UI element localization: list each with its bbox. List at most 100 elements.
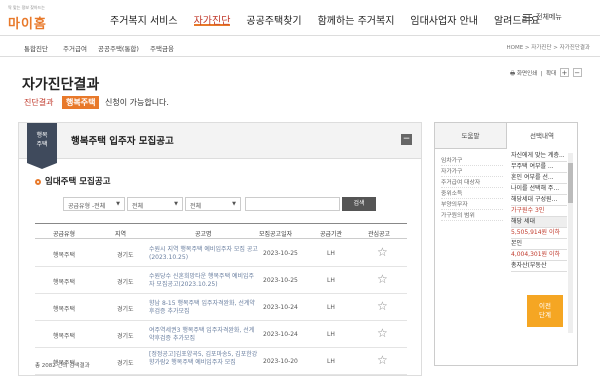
tab-selection[interactable]: 선택내역 bbox=[507, 123, 577, 149]
cell-region: 경기도 bbox=[117, 333, 134, 340]
section-title-text: 임대주택 모집공고 bbox=[45, 177, 111, 187]
col-title: 공고명 bbox=[195, 231, 212, 238]
tab-help[interactable]: 도움말 bbox=[435, 123, 507, 149]
selection-item: 혼인 여부를 선... bbox=[511, 173, 567, 184]
chevron-down-icon: ▼ bbox=[174, 201, 178, 207]
diagnosis-label: 진단결과 bbox=[24, 98, 54, 107]
cell-title-link[interactable]: 수원시 지역 행복주택 예비입주자 모집 공고(2023.10.25) bbox=[149, 246, 259, 262]
cell-title-link[interactable]: [정정공고]김포양곡5, 김포마송5, 김포한강향가람2 행복주택 예비입주자 … bbox=[149, 351, 259, 367]
scrollbar-thumb[interactable] bbox=[568, 163, 573, 203]
district-select[interactable]: 전체 ▼ bbox=[185, 197, 241, 211]
sub-navigation: 통합진단 주거급여 공공주택(통합) 주택금융 HOME > 자가진단 > 자가… bbox=[0, 37, 600, 57]
section-title: 임대주택 모집공고 bbox=[35, 175, 111, 187]
site-header: 딱 맞는 정보 찾아드는 마이홈 주거복지 서비스 자가진단 공공주택찾기 함께… bbox=[0, 0, 600, 36]
subnav-integrated-diagnosis[interactable]: 통합진단 bbox=[24, 43, 48, 53]
all-menu-label: 전체메뉴 bbox=[536, 13, 562, 21]
cell-region: 경기도 bbox=[117, 279, 134, 286]
star-icon[interactable]: ☆ bbox=[377, 299, 388, 313]
main-navigation: 주거복지 서비스 자가진단 공공주택찾기 함께하는 주거복지 임대사업자 안내 … bbox=[110, 12, 556, 27]
cell-date: 2023-10-24 bbox=[263, 331, 298, 338]
col-supply-type: 공급유형 bbox=[53, 231, 76, 238]
district-value: 전체 bbox=[190, 203, 202, 210]
previous-step-line-1: 이전 bbox=[539, 302, 551, 310]
col-org: 공급기관 bbox=[320, 231, 343, 238]
zoom-label: 확대 bbox=[546, 71, 557, 77]
selection-item: 해당 세대 bbox=[511, 217, 567, 228]
region-value: 전체 bbox=[132, 203, 144, 210]
nav-self-diagnosis[interactable]: 자가진단 bbox=[193, 12, 231, 27]
star-icon[interactable]: ☆ bbox=[377, 245, 388, 259]
nav-public-housing-search[interactable]: 공공주택찾기 bbox=[246, 12, 301, 27]
table-row: 행복주택 경기도 [정정공고]김포양곡5, 김포마송5, 김포한강향가람2 행복… bbox=[35, 348, 407, 375]
panel-title: 행복주택 입주자 모집공고 bbox=[71, 136, 174, 147]
bullet-icon bbox=[35, 178, 41, 185]
star-icon[interactable]: ☆ bbox=[377, 353, 388, 367]
previous-step-line-2: 단계 bbox=[539, 311, 551, 319]
cell-type: 행복주택 bbox=[53, 333, 76, 340]
cell-region: 경기도 bbox=[117, 360, 134, 367]
table-row: 행복주택 경기도 수원시 지역 행복주택 예비입주자 모집 공고(2023.10… bbox=[35, 240, 407, 267]
subnav-housing-benefit[interactable]: 주거급여 bbox=[63, 43, 87, 53]
cell-org: LH bbox=[327, 331, 335, 338]
logo-tagline: 딱 맞는 정보 찾아드는 bbox=[8, 5, 45, 10]
zoom-out-button[interactable]: − bbox=[572, 68, 582, 77]
nav-rental-business-guide[interactable]: 임대사업자 안내 bbox=[410, 12, 478, 27]
side-panel: 도움말 선택내역 임차가구 자가가구 주거급여 대상자 중위소득 부양의무자 가… bbox=[434, 122, 578, 366]
selection-item: 무주택 여부를 ... bbox=[511, 162, 567, 173]
print-button[interactable]: 화면인쇄 bbox=[517, 71, 537, 77]
badge-line-2: 주택 bbox=[36, 141, 48, 148]
logo-name: 마이홈 bbox=[8, 17, 47, 32]
cell-date: 2023-10-20 bbox=[263, 358, 298, 365]
help-item[interactable]: 부양의무자 bbox=[441, 199, 503, 210]
nav-together-welfare[interactable]: 함께하는 주거복지 bbox=[318, 12, 395, 27]
help-item[interactable]: 가구원의 범위 bbox=[441, 210, 503, 221]
nav-housing-welfare-service[interactable]: 주거복지 서비스 bbox=[110, 12, 178, 27]
selection-item: 4,004,301원 이하 bbox=[511, 250, 567, 261]
table-row: 행복주택 경기도 향남 8-15 행복주택 입주자격완화, 선계약후검증 추가모… bbox=[35, 294, 407, 321]
panel-header: 행복 주택 행복주택 입주자 모집공고 − bbox=[19, 123, 421, 169]
star-icon[interactable]: ☆ bbox=[377, 272, 388, 286]
help-item[interactable]: 자가가구 bbox=[441, 166, 503, 177]
cell-title-link[interactable]: 향남 8-15 행복주택 입주자격완화, 선계약후검증 추가모집 bbox=[149, 300, 259, 316]
selection-scrollbar[interactable] bbox=[568, 153, 573, 333]
cell-title-link[interactable]: 수원당수 신혼희망타운 행복주택 예비입주자 모집공고(2023.10.25) bbox=[149, 273, 259, 289]
previous-step-button[interactable]: 이전 단계 bbox=[527, 295, 563, 327]
help-list: 임차가구 자가가구 주거급여 대상자 중위소득 부양의무자 가구원의 범위 bbox=[441, 155, 503, 221]
result-count: 총 2082 건의 검색결과 bbox=[35, 363, 90, 369]
table-row: 행복주택 경기도 여주역세권3 행복주택 입주자격완화, 선계약후검증 추가모집… bbox=[35, 321, 407, 348]
selection-item: 총자산(부동산 bbox=[511, 261, 567, 272]
all-menu-button[interactable]: 전체메뉴 bbox=[523, 12, 562, 22]
supply-type-select[interactable]: 공급유형 -전체 ▼ bbox=[63, 197, 125, 211]
chevron-down-icon: ▼ bbox=[232, 201, 236, 207]
cell-type: 행복주택 bbox=[53, 252, 76, 259]
diagnosis-badge: 행복주택 bbox=[62, 96, 100, 109]
cell-type: 행복주택 bbox=[53, 279, 76, 286]
selection-list: 자신에게 맞는 계층... 무주택 여부를 ... 혼인 여부를 선... 나이… bbox=[511, 151, 567, 272]
help-item[interactable]: 임차가구 bbox=[441, 155, 503, 166]
col-region: 지역 bbox=[115, 231, 127, 238]
panel-minimize-button[interactable]: − bbox=[401, 134, 412, 145]
cell-org: LH bbox=[327, 250, 335, 257]
help-item[interactable]: 주거급여 대상자 bbox=[441, 177, 503, 188]
keyword-input[interactable] bbox=[245, 197, 340, 211]
diagnosis-text: 신청이 가능합니다. bbox=[105, 98, 169, 107]
subnav-housing-finance[interactable]: 주택금융 bbox=[150, 43, 174, 53]
cell-org: LH bbox=[327, 304, 335, 311]
site-logo[interactable]: 딱 맞는 정보 찾아드는 마이홈 bbox=[8, 5, 78, 33]
cell-title-link[interactable]: 여주역세권3 행복주택 입주자격완화, 선계약후검증 추가모집 bbox=[149, 327, 259, 343]
cell-date: 2023-10-24 bbox=[263, 304, 298, 311]
zoom-in-button[interactable]: + bbox=[559, 68, 569, 77]
cell-date: 2023-10-25 bbox=[263, 277, 298, 284]
selection-item: 5,505,914원 이하 bbox=[511, 228, 567, 239]
selection-item: 가구원수 3인 bbox=[511, 206, 567, 217]
badge-line-1: 행복 bbox=[36, 132, 48, 139]
print-icon[interactable]: 🖶 bbox=[510, 71, 515, 77]
search-button[interactable]: 검색 bbox=[342, 197, 376, 211]
star-icon[interactable]: ☆ bbox=[377, 326, 388, 340]
subnav-public-housing[interactable]: 공공주택(통합) bbox=[98, 43, 139, 53]
region-select[interactable]: 전체 ▼ bbox=[127, 197, 183, 211]
selection-item: 해당세대 구성원... bbox=[511, 195, 567, 206]
table-header: 공급유형 지역 공고명 모집공고일자 공급기관 관심공고 bbox=[35, 223, 407, 239]
help-item[interactable]: 중위소득 bbox=[441, 188, 503, 199]
cell-org: LH bbox=[327, 358, 335, 365]
